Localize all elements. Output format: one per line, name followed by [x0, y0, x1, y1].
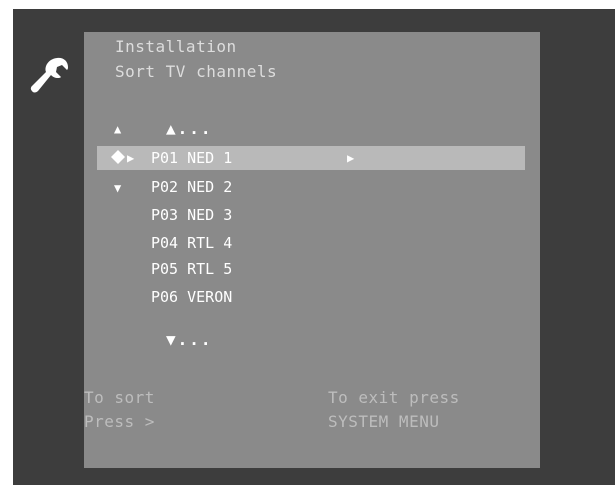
sort-instruction-line2: Press > — [84, 412, 155, 431]
breadcrumb-sort-channels: Sort TV channels — [115, 62, 278, 81]
scroll-up-indicator[interactable]: ▲... — [166, 121, 213, 137]
wrench-icon — [30, 57, 68, 93]
scroll-down-indicator[interactable]: ▼... — [166, 332, 213, 348]
exit-instruction-line2: SYSTEM MENU — [328, 412, 440, 431]
down-arrow-icon[interactable]: ▼ — [114, 182, 121, 194]
channel-row-p04[interactable]: P04 RTL 4 — [151, 232, 232, 254]
selected-right-arrow-icon[interactable]: ▶ — [347, 152, 354, 164]
breadcrumb-installation: Installation — [115, 37, 237, 56]
channel-row-p05[interactable]: P05 RTL 5 — [151, 258, 232, 280]
right-arrow-icon: ▶ — [127, 151, 135, 165]
sort-instruction-line1: To sort — [84, 388, 155, 407]
cursor-diamond-icon — [111, 150, 125, 164]
channel-row-p03[interactable]: P03 NED 3 — [151, 204, 232, 226]
up-arrow-icon[interactable]: ▲ — [114, 123, 121, 135]
channel-row-p01[interactable]: P01 NED 1 — [151, 147, 232, 169]
channel-row-p02[interactable]: P02 NED 2 — [151, 176, 232, 198]
channel-row-p06[interactable]: P06 VERON — [151, 286, 232, 308]
exit-instruction-line1: To exit press — [328, 388, 460, 407]
